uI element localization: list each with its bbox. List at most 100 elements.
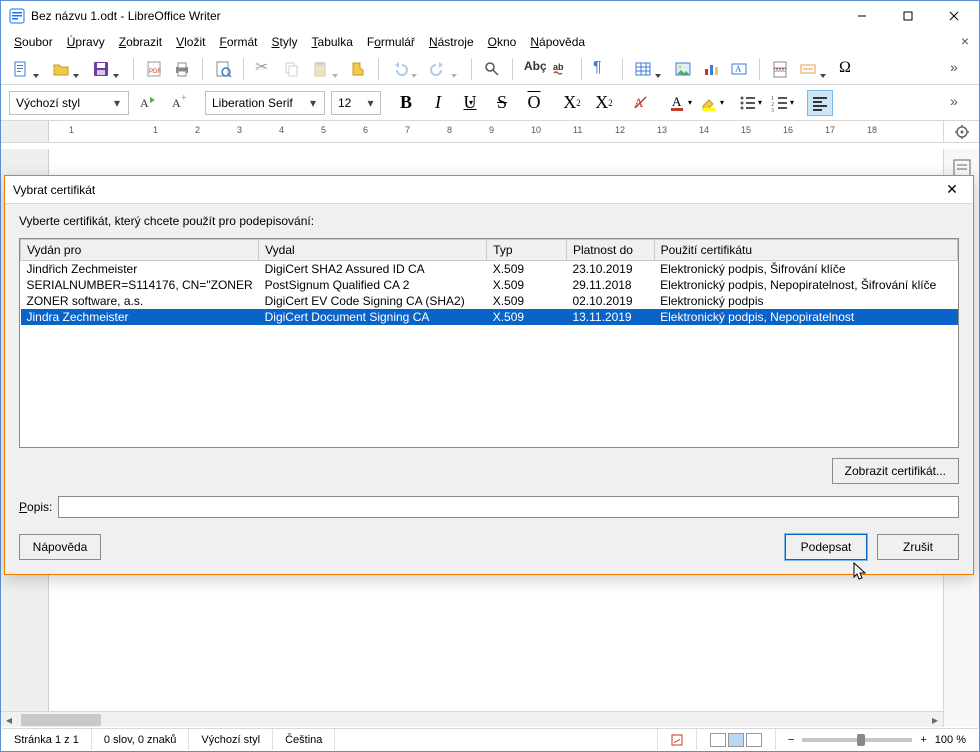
autospell-button[interactable]: ab: [549, 57, 573, 81]
save-button[interactable]: [89, 57, 113, 81]
maximize-button[interactable]: [885, 1, 931, 31]
menu-soubor[interactable]: Soubor: [7, 33, 60, 51]
toolbar-overflow-button[interactable]: »: [947, 57, 971, 81]
open-button[interactable]: [49, 57, 73, 81]
nonprinting-chars-button[interactable]: ¶: [590, 57, 614, 81]
font-size-combo[interactable]: ▾: [331, 91, 381, 115]
zoom-slider[interactable]: [802, 738, 912, 742]
svg-text:3: 3: [771, 108, 774, 113]
horizontal-scrollbar[interactable]: ◂ ▸: [1, 711, 943, 727]
paragraph-style-input[interactable]: [14, 95, 110, 111]
toolbar-separator: [378, 58, 379, 80]
subscript-button[interactable]: X2: [591, 90, 617, 116]
spellcheck-button[interactable]: Abç: [521, 57, 545, 81]
column-header-usage[interactable]: Použití certifikátu: [654, 240, 957, 261]
insert-textbox-button[interactable]: A: [727, 57, 751, 81]
underline-button[interactable]: U▾: [457, 90, 483, 116]
menu-tabulka[interactable]: Tabulka: [305, 33, 360, 51]
align-left-button[interactable]: [807, 90, 833, 116]
close-document-button[interactable]: ×: [961, 33, 969, 49]
zoom-value[interactable]: 100 %: [935, 734, 966, 746]
cut-button[interactable]: ✂: [252, 57, 276, 81]
font-name-input[interactable]: [210, 95, 306, 111]
undo-button[interactable]: [387, 57, 411, 81]
clear-formatting-button[interactable]: A: [629, 90, 655, 116]
minimize-button[interactable]: [839, 1, 885, 31]
new-doc-button[interactable]: [9, 57, 33, 81]
view-mode-buttons[interactable]: [697, 729, 776, 750]
menu-styly[interactable]: Styly: [265, 33, 305, 51]
certificate-table[interactable]: Vydán pro Vydal Typ Platnost do Použití …: [19, 238, 959, 448]
export-pdf-button[interactable]: PDF: [142, 57, 166, 81]
copy-button[interactable]: [280, 57, 304, 81]
menu-okno[interactable]: Okno: [481, 33, 524, 51]
insert-special-char-button[interactable]: Ω: [836, 57, 860, 81]
bold-button[interactable]: B: [393, 90, 419, 116]
scrollbar-thumb[interactable]: [21, 714, 101, 726]
zoom-control[interactable]: − + 100 %: [776, 729, 978, 750]
paste-button[interactable]: [308, 57, 332, 81]
sidebar-settings-button[interactable]: [943, 121, 979, 142]
find-replace-button[interactable]: [480, 57, 504, 81]
insert-image-button[interactable]: [671, 57, 695, 81]
column-header-type[interactable]: Typ: [487, 240, 567, 261]
view-single-page-icon[interactable]: [710, 733, 726, 747]
status-language[interactable]: Čeština: [273, 729, 335, 750]
certificate-row[interactable]: ZONER software, a.s.DigiCert EV Code Sig…: [21, 293, 958, 309]
print-button[interactable]: [170, 57, 194, 81]
paragraph-style-combo[interactable]: ▾: [9, 91, 129, 115]
print-preview-button[interactable]: [211, 57, 235, 81]
superscript-button[interactable]: X2: [559, 90, 585, 116]
update-style-button[interactable]: A: [135, 90, 161, 116]
dialog-titlebar[interactable]: Vybrat certifikát ✕: [5, 176, 973, 204]
status-page[interactable]: Stránka 1 z 1: [2, 729, 92, 750]
status-style[interactable]: Výchozí styl: [189, 729, 273, 750]
menu-upravy[interactable]: Úpravy: [60, 33, 112, 51]
close-window-button[interactable]: [931, 1, 977, 31]
description-input[interactable]: [58, 496, 959, 518]
view-book-icon[interactable]: [746, 733, 762, 747]
redo-button[interactable]: [427, 57, 451, 81]
overline-button[interactable]: O: [521, 90, 547, 116]
certificate-row[interactable]: SERIALNUMBER=S114176, CN="ZONERPostSignu…: [21, 277, 958, 293]
menu-vlozit[interactable]: Vložit: [169, 33, 212, 51]
bullet-list-button[interactable]: ▾: [737, 90, 763, 116]
italic-button[interactable]: I: [425, 90, 451, 116]
insert-chart-button[interactable]: [699, 57, 723, 81]
dialog-close-button[interactable]: ✕: [937, 181, 967, 198]
column-header-valid-to[interactable]: Platnost do: [566, 240, 654, 261]
scroll-right-icon[interactable]: ▸: [927, 713, 943, 727]
toolbar-overflow-button[interactable]: »: [947, 91, 971, 115]
clone-format-button[interactable]: [346, 57, 370, 81]
sign-button[interactable]: Podepsat: [785, 534, 867, 560]
show-certificate-button[interactable]: Zobrazit certifikát...: [832, 458, 959, 484]
insert-table-button[interactable]: [631, 57, 655, 81]
status-sign-icon[interactable]: [658, 729, 697, 750]
help-button[interactable]: Nápověda: [19, 534, 101, 560]
status-words[interactable]: 0 slov, 0 znaků: [92, 729, 190, 750]
zoom-in-icon[interactable]: +: [920, 734, 926, 746]
certificate-row[interactable]: Jindřich ZechmeisterDigiCert SHA2 Assure…: [21, 261, 958, 278]
column-header-issued-to[interactable]: Vydán pro: [21, 240, 259, 261]
certificate-row[interactable]: Jindra ZechmeisterDigiCert Document Sign…: [21, 309, 958, 325]
menu-formular[interactable]: Formulář: [360, 33, 422, 51]
menu-napoveda[interactable]: Nápověda: [523, 33, 592, 51]
zoom-out-icon[interactable]: −: [788, 734, 794, 746]
horizontal-ruler[interactable]: 1123456789101112131415161718: [1, 121, 979, 143]
strikethrough-button[interactable]: S: [489, 90, 515, 116]
menu-format[interactable]: Formát: [212, 33, 264, 51]
font-size-input[interactable]: [336, 95, 365, 111]
cancel-button[interactable]: Zrušit: [877, 534, 959, 560]
font-color-button[interactable]: A▾: [667, 90, 693, 116]
menu-zobrazit[interactable]: Zobrazit: [112, 33, 169, 51]
menu-nastroje[interactable]: Nástroje: [422, 33, 481, 51]
insert-field-button[interactable]: [796, 57, 820, 81]
scroll-left-icon[interactable]: ◂: [1, 713, 17, 727]
highlight-button[interactable]: ▾: [699, 90, 725, 116]
insert-pagebreak-button[interactable]: [768, 57, 792, 81]
font-name-combo[interactable]: ▾: [205, 91, 325, 115]
numbered-list-button[interactable]: 123▾: [769, 90, 795, 116]
new-style-button[interactable]: A+: [167, 90, 193, 116]
view-multi-page-icon[interactable]: [728, 733, 744, 747]
column-header-issued-by[interactable]: Vydal: [259, 240, 487, 261]
